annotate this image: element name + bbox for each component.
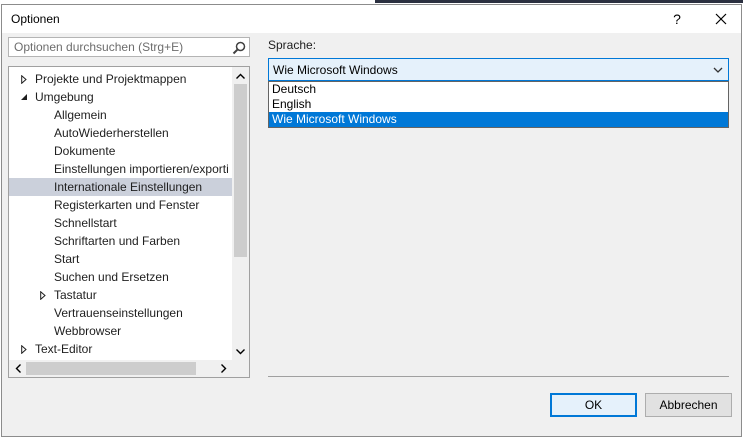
tree-item[interactable]: Umgebung — [9, 88, 232, 106]
tree-item[interactable]: Einstellungen importieren/exporti — [9, 160, 232, 178]
expand-arrow-icon[interactable] — [38, 286, 48, 304]
ok-button[interactable]: OK — [550, 393, 637, 417]
horizontal-scrollbar[interactable] — [9, 360, 232, 377]
chevron-down-icon — [713, 67, 723, 73]
tree-item-label: Schriftarten und Farben — [54, 234, 181, 248]
language-dropdown-list: Deutsch English Wie Microsoft Windows — [268, 81, 729, 128]
tree-item-label: Projekte und Projektmappen — [35, 72, 187, 86]
tree-item-label: Start — [54, 252, 80, 266]
vertical-scrollbar[interactable] — [232, 67, 249, 360]
tree-item[interactable]: Suchen und Ersetzen — [9, 268, 232, 286]
window-title: Optionen — [11, 12, 60, 26]
search-box — [8, 37, 250, 57]
search-icon[interactable] — [231, 40, 247, 56]
tree-item[interactable]: Vertrauenseinstellungen — [9, 304, 232, 322]
tree-item-label: Webbrowser — [54, 324, 122, 338]
horizontal-scroll-thumb[interactable] — [26, 362, 196, 375]
tree-item[interactable]: Allgemein — [9, 106, 232, 124]
chevron-left-icon — [15, 364, 21, 373]
chevron-up-icon — [236, 73, 245, 79]
expand-arrow-icon[interactable] — [19, 70, 29, 88]
vertical-scroll-thumb[interactable] — [234, 84, 247, 257]
scrollbar-corner — [232, 360, 249, 377]
tree-item[interactable]: AutoWiederherstellen — [9, 124, 232, 142]
tree-item[interactable]: Projekte und Projektmappen — [9, 70, 232, 88]
tree-item[interactable]: Text-Editor — [9, 340, 232, 358]
tree-item[interactable]: Registerkarten und Fenster — [9, 196, 232, 214]
tree-item-label: Suchen und Ersetzen — [54, 270, 169, 284]
language-option[interactable]: Deutsch — [269, 82, 728, 97]
close-button[interactable] — [709, 8, 733, 30]
tree-item-label: Dokumente — [54, 144, 116, 158]
collapse-arrow-icon[interactable] — [19, 88, 29, 106]
tree-item-label: Allgemein — [54, 108, 107, 122]
language-selected-value: Wie Microsoft Windows — [273, 63, 398, 77]
background-window-dark-band — [375, 0, 743, 3]
language-option[interactable]: Wie Microsoft Windows — [269, 112, 728, 127]
separator — [268, 376, 729, 377]
tree-item[interactable]: Schriftarten und Farben — [9, 232, 232, 250]
language-combobox[interactable]: Wie Microsoft Windows — [268, 58, 729, 81]
tree-item[interactable]: Start — [9, 250, 232, 268]
scroll-right-button[interactable] — [215, 360, 232, 377]
search-input[interactable] — [9, 38, 234, 56]
tree-item-label: AutoWiederherstellen — [54, 126, 169, 140]
tree-list: Projekte und Projektmappen Umgebung Allgem… — [9, 67, 232, 360]
close-icon — [715, 13, 727, 25]
tree-item[interactable]: Webbrowser — [9, 322, 232, 340]
language-option[interactable]: English — [269, 97, 728, 112]
tree-item-label: Schnellstart — [54, 216, 117, 230]
tree-item-label: Internationale Einstellungen — [54, 180, 203, 194]
scroll-down-button[interactable] — [232, 343, 249, 360]
tree-item[interactable]: Internationale Einstellungen — [9, 178, 232, 196]
help-button[interactable]: ? — [665, 8, 689, 30]
options-tree: Projekte und Projektmappen Umgebung Allgem… — [8, 66, 250, 378]
tree-item[interactable]: Tastatur — [9, 286, 232, 304]
tree-item-label: Vertrauenseinstellungen — [54, 306, 183, 320]
chevron-down-icon — [236, 348, 245, 354]
tree-item-label: Text-Editor — [35, 342, 93, 356]
tree-item-label: Tastatur — [54, 288, 97, 302]
tree-item-label: Umgebung — [35, 90, 94, 104]
tree-item[interactable]: Dokumente — [9, 142, 232, 160]
tree-item-label: Registerkarten und Fenster — [54, 198, 200, 212]
cancel-button[interactable]: Abbrechen — [645, 393, 732, 417]
tree-item-label: Einstellungen importieren/exporti — [54, 162, 229, 176]
scroll-left-button[interactable] — [9, 360, 26, 377]
language-label: Sprache: — [268, 38, 317, 52]
scroll-up-button[interactable] — [232, 67, 249, 84]
tree-item[interactable]: Schnellstart — [9, 214, 232, 232]
chevron-right-icon — [220, 364, 226, 373]
title-bar: Optionen ? — [2, 5, 741, 33]
expand-arrow-icon[interactable] — [19, 340, 29, 358]
